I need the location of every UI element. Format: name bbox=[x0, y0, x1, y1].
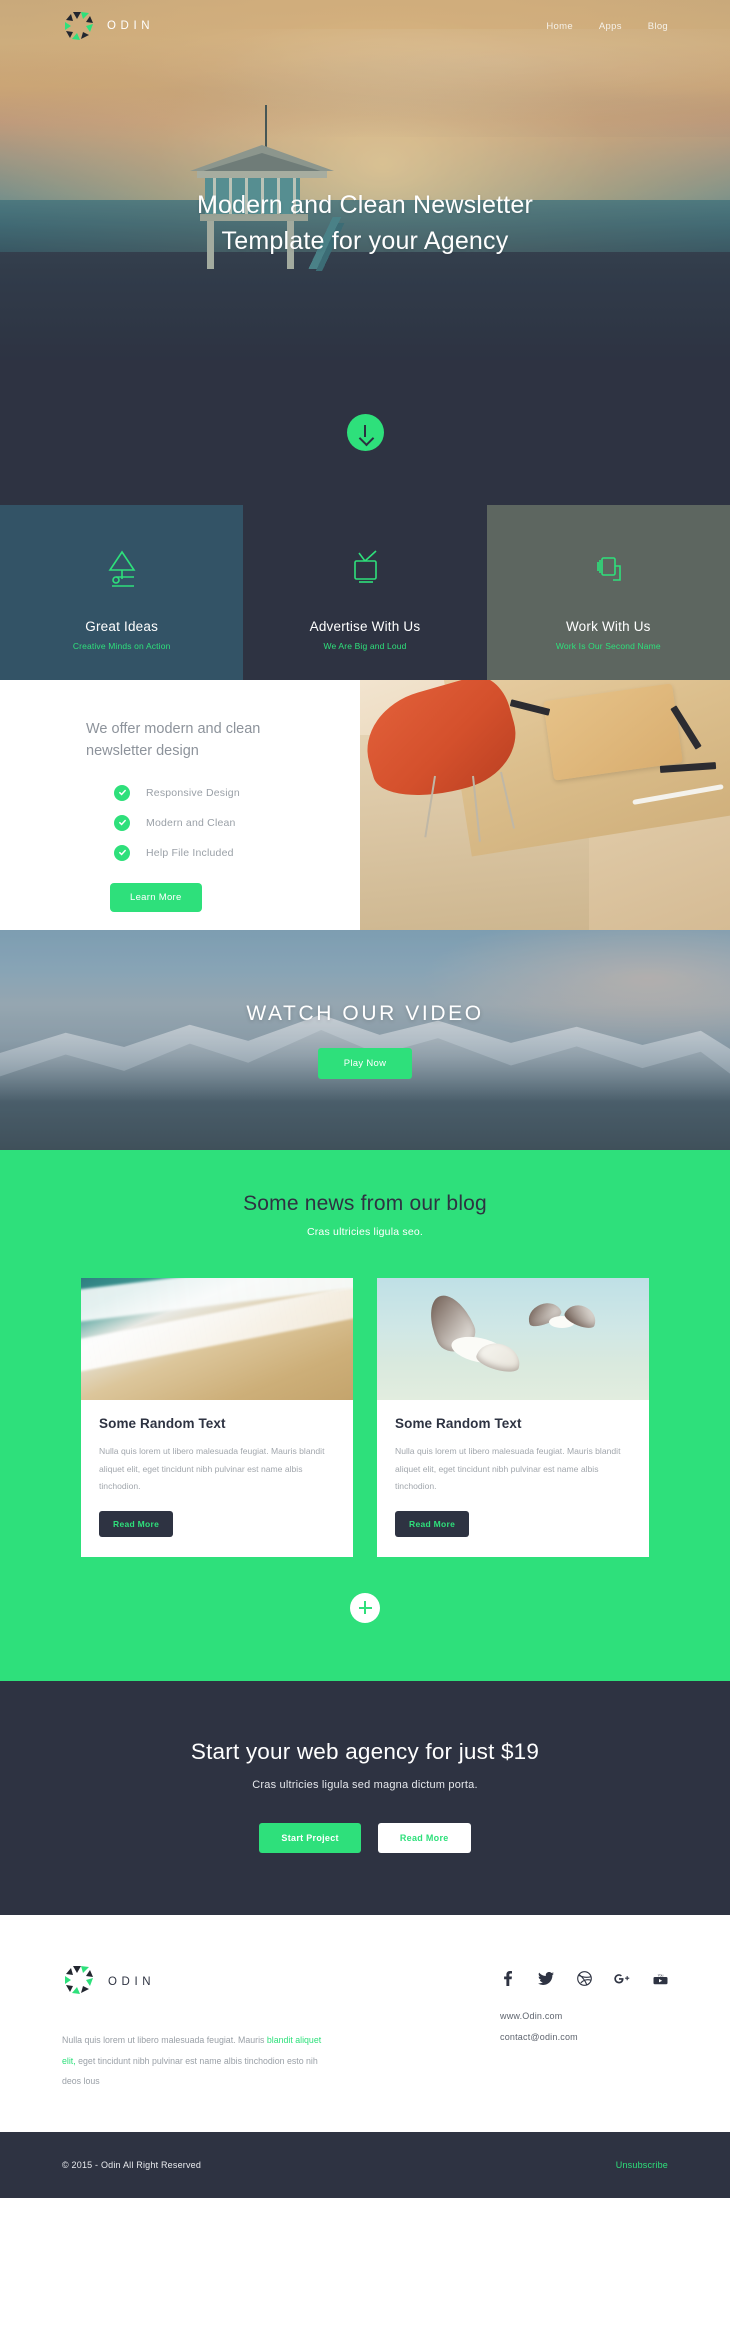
read-more-button[interactable]: Read More bbox=[395, 1510, 470, 1537]
hero-overlay bbox=[0, 0, 730, 360]
newsletter-page: ODIN Home Apps Blog Modern and Clean New… bbox=[0, 0, 730, 2336]
footer-section: ODIN Nulla quis lorem ut libero malesuad… bbox=[0, 1914, 730, 2132]
check-circle-icon bbox=[114, 844, 130, 861]
feature-subtitle: Creative Minds on Action bbox=[72, 640, 171, 651]
blog-card-body: Nulla quis lorem ut libero malesuada feu… bbox=[99, 1446, 325, 1492]
cta-heading: Start your web agency for just $19 bbox=[190, 1738, 540, 1764]
unsubscribe-link[interactable]: Unsubscribe bbox=[616, 2160, 668, 2170]
main-nav: Home Apps Blog bbox=[546, 21, 668, 32]
tv-icon bbox=[346, 541, 384, 597]
dribbble-icon[interactable] bbox=[576, 1971, 592, 1987]
play-now-button[interactable]: Play Now bbox=[317, 1047, 413, 1079]
start-project-button[interactable]: Start Project bbox=[259, 1822, 361, 1853]
blog-heading: Some news from our blog bbox=[243, 1192, 487, 1215]
bottom-bar: © 2015 - Odin All Right Reserved Unsubsc… bbox=[0, 2131, 730, 2198]
offer-section: We offer modern and clean newsletter des… bbox=[0, 680, 730, 930]
footer-brand-logo[interactable]: ODIN bbox=[62, 1963, 360, 2002]
footer-about-part1: Nulla quis lorem ut libero malesuada feu… bbox=[62, 2034, 267, 2045]
feature-box-work-with-us[interactable]: Work With Us Work Is Our Second Name bbox=[486, 505, 730, 680]
blog-header: Some news from our blog Cras ultricies l… bbox=[0, 1192, 730, 1238]
odin-triangles-logo-icon bbox=[62, 1963, 96, 2002]
hero-title: Modern and Clean Newsletter Template for… bbox=[0, 188, 730, 259]
lamp-icon bbox=[103, 541, 141, 597]
cta-read-more-button[interactable]: Read More bbox=[377, 1822, 471, 1853]
hero-title-line1: Modern and Clean Newsletter bbox=[196, 191, 534, 219]
footer-email-link[interactable]: contact@odin.com bbox=[500, 2032, 668, 2042]
blog-card-title: Some Random Text bbox=[395, 1416, 522, 1431]
blog-card-image-beach bbox=[81, 1278, 353, 1400]
svg-text:You: You bbox=[657, 1973, 663, 1977]
blog-card-image-seagulls bbox=[377, 1278, 649, 1400]
twitter-icon[interactable] bbox=[538, 1971, 554, 1987]
cta-subheading: Cras ultricies ligula sed magna dictum p… bbox=[252, 1778, 478, 1791]
feature-subtitle: We Are Big and Loud bbox=[323, 640, 407, 651]
offer-content: We offer modern and clean newsletter des… bbox=[0, 680, 360, 930]
feature-title: Work With Us bbox=[565, 618, 651, 634]
offer-item-label: Help File Included bbox=[146, 846, 234, 859]
list-item: Help File Included bbox=[86, 844, 360, 861]
blog-card-title: Some Random Text bbox=[99, 1416, 226, 1431]
blog-card-body: Nulla quis lorem ut libero malesuada feu… bbox=[395, 1446, 621, 1492]
feature-subtitle: Work Is Our Second Name bbox=[555, 640, 661, 651]
offer-feature-list: Responsive Design Modern and Clean Help … bbox=[86, 784, 360, 861]
video-section: WATCH OUR VIDEO Play Now bbox=[0, 930, 730, 1150]
load-more-button[interactable] bbox=[350, 1592, 380, 1623]
odin-triangles-logo-icon bbox=[62, 9, 96, 43]
feature-title: Advertise With Us bbox=[309, 618, 421, 634]
feature-title: Great Ideas bbox=[85, 618, 159, 634]
features-section: Great Ideas Creative Minds on Action Adv… bbox=[0, 505, 730, 680]
hero-section: ODIN Home Apps Blog Modern and Clean New… bbox=[0, 0, 730, 360]
list-item: Responsive Design bbox=[86, 784, 360, 801]
offer-item-label: Modern and Clean bbox=[146, 816, 236, 829]
projector-icon bbox=[589, 541, 627, 597]
blog-section: Some news from our blog Cras ultricies l… bbox=[0, 1150, 730, 1681]
feature-box-advertise[interactable]: Advertise With Us We Are Big and Loud bbox=[243, 505, 487, 680]
nav-item-apps[interactable]: Apps bbox=[599, 21, 622, 32]
google-plus-icon[interactable] bbox=[614, 1971, 630, 1987]
copyright-text: © 2015 - Odin All Right Reserved bbox=[62, 2159, 202, 2170]
footer-contact-links: www.Odin.com contact@odin.com bbox=[500, 2011, 668, 2042]
nav-item-home[interactable]: Home bbox=[546, 21, 573, 32]
check-circle-icon bbox=[114, 784, 130, 801]
video-title: WATCH OUR VIDEO bbox=[246, 1001, 484, 1025]
blog-card-list: Some Random Text Nulla quis lorem ut lib… bbox=[0, 1278, 730, 1557]
brand-logo[interactable]: ODIN bbox=[62, 9, 154, 43]
hero-title-line2: Template for your Agency bbox=[221, 226, 509, 255]
offer-item-label: Responsive Design bbox=[146, 786, 240, 799]
list-item: Modern and Clean bbox=[86, 814, 360, 831]
top-navigation-bar: ODIN Home Apps Blog bbox=[0, 0, 730, 52]
footer-about-part2: eget tincidunt nibh pulvinar est name al… bbox=[62, 2055, 318, 2087]
scroll-down-button[interactable] bbox=[346, 414, 384, 451]
nav-item-blog[interactable]: Blog bbox=[648, 21, 668, 32]
arrow-down-icon bbox=[359, 424, 371, 441]
footer-about-text: Nulla quis lorem ut libero malesuada feu… bbox=[62, 2030, 332, 2092]
blog-card[interactable]: Some Random Text Nulla quis lorem ut lib… bbox=[377, 1278, 649, 1557]
offer-image bbox=[360, 680, 730, 930]
footer-website-link[interactable]: www.Odin.com bbox=[500, 2011, 668, 2021]
blog-card[interactable]: Some Random Text Nulla quis lorem ut lib… bbox=[81, 1278, 353, 1557]
read-more-button[interactable]: Read More bbox=[99, 1510, 174, 1537]
feature-box-great-ideas[interactable]: Great Ideas Creative Minds on Action bbox=[0, 505, 244, 680]
social-links: You bbox=[500, 1971, 668, 1987]
footer-brand-name: ODIN bbox=[108, 1976, 156, 1989]
check-circle-icon bbox=[114, 814, 130, 831]
learn-more-button[interactable]: Learn More bbox=[110, 882, 202, 912]
brand-name: ODIN bbox=[107, 20, 155, 32]
scroll-down-section bbox=[0, 360, 730, 505]
cta-section: Start your web agency for just $19 Cras … bbox=[0, 1680, 730, 1915]
offer-heading: We offer modern and clean newsletter des… bbox=[86, 721, 261, 760]
youtube-icon[interactable]: You bbox=[652, 1971, 668, 1987]
facebook-icon[interactable] bbox=[500, 1971, 516, 1987]
blog-subheading: Cras ultricies ligula seo. bbox=[306, 1226, 424, 1238]
plus-icon bbox=[358, 1601, 372, 1615]
